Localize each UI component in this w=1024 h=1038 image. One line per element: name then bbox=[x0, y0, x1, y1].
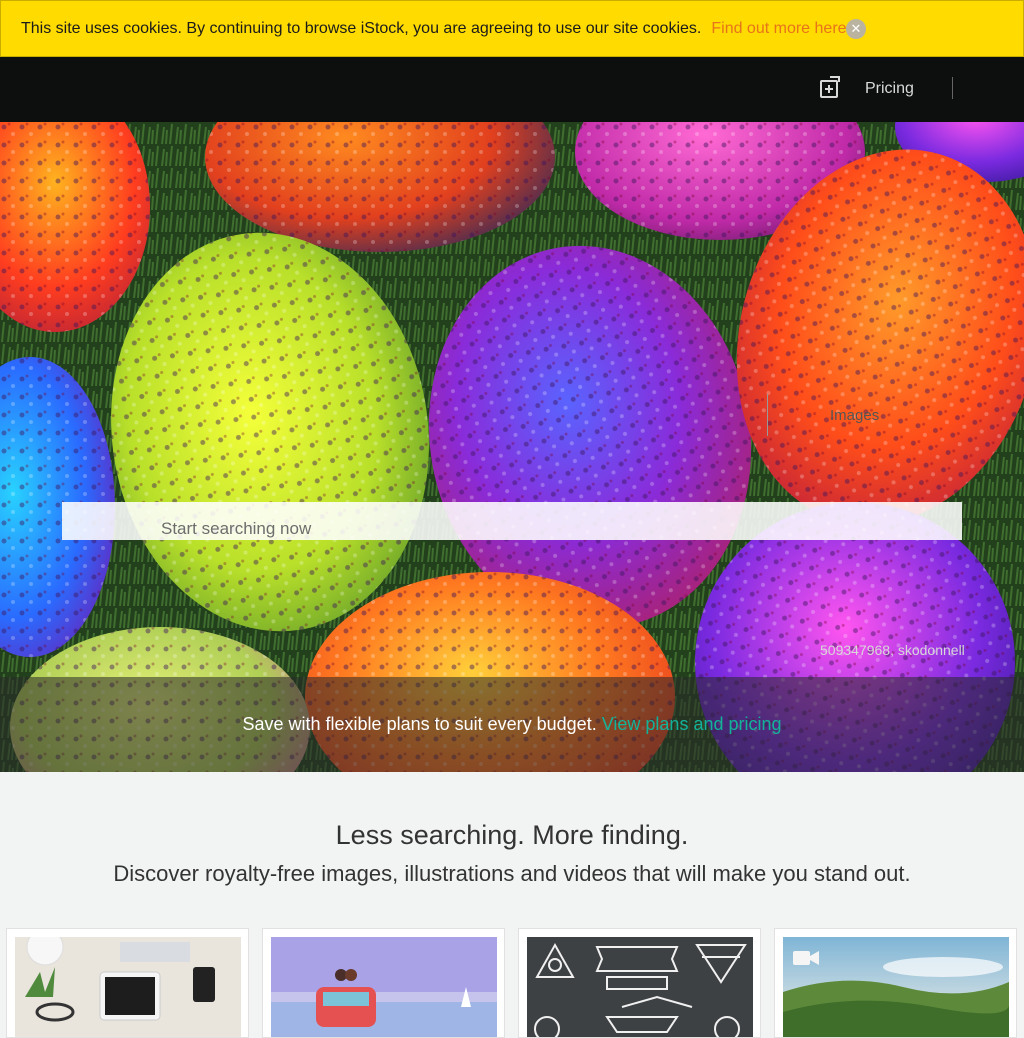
photo-credit: 509347968, skodonnell bbox=[820, 642, 965, 658]
category-card-vector[interactable] bbox=[518, 928, 761, 1038]
hero-banner: Images 509347968, skodonnell Save with f… bbox=[0, 122, 1024, 772]
cookie-banner: This site uses cookies. By continuing to… bbox=[0, 0, 1024, 57]
card-thumbnail bbox=[15, 937, 241, 1037]
cookie-text: This site uses cookies. By continuing to… bbox=[21, 20, 702, 37]
search-input[interactable] bbox=[62, 502, 767, 540]
category-card-illustration[interactable] bbox=[262, 928, 505, 1038]
page-subheadline: Discover royalty-free images, illustrati… bbox=[113, 861, 911, 886]
nav-pricing-link[interactable]: Pricing bbox=[865, 80, 914, 98]
search-type-dropdown[interactable]: Images bbox=[830, 407, 879, 424]
nav-divider bbox=[952, 77, 953, 99]
promo-band: Save with flexible plans to suit every b… bbox=[0, 677, 1024, 772]
promo-text: Save with flexible plans to suit every b… bbox=[242, 714, 597, 734]
page-headline: Less searching. More finding. bbox=[335, 820, 689, 850]
search-divider bbox=[767, 394, 768, 436]
video-camera-icon bbox=[793, 951, 819, 965]
add-board-icon[interactable] bbox=[820, 76, 840, 98]
promo-message: Save with flexible plans to suit every b… bbox=[0, 714, 1024, 735]
card-thumbnail bbox=[783, 937, 1009, 1037]
category-card-video[interactable] bbox=[774, 928, 1017, 1038]
close-icon[interactable]: ✕ bbox=[846, 19, 866, 39]
hero-easter-eggs-image bbox=[0, 122, 1024, 772]
card-thumbnail bbox=[527, 937, 753, 1037]
cookie-find-out-more-link[interactable]: Find out more here > bbox=[711, 20, 860, 37]
view-plans-link[interactable]: View plans and pricing bbox=[602, 714, 782, 734]
search-bar bbox=[62, 502, 962, 540]
category-card-photo[interactable] bbox=[6, 928, 249, 1038]
card-thumbnail bbox=[271, 937, 497, 1037]
cookie-message: This site uses cookies. By continuing to… bbox=[21, 20, 860, 38]
